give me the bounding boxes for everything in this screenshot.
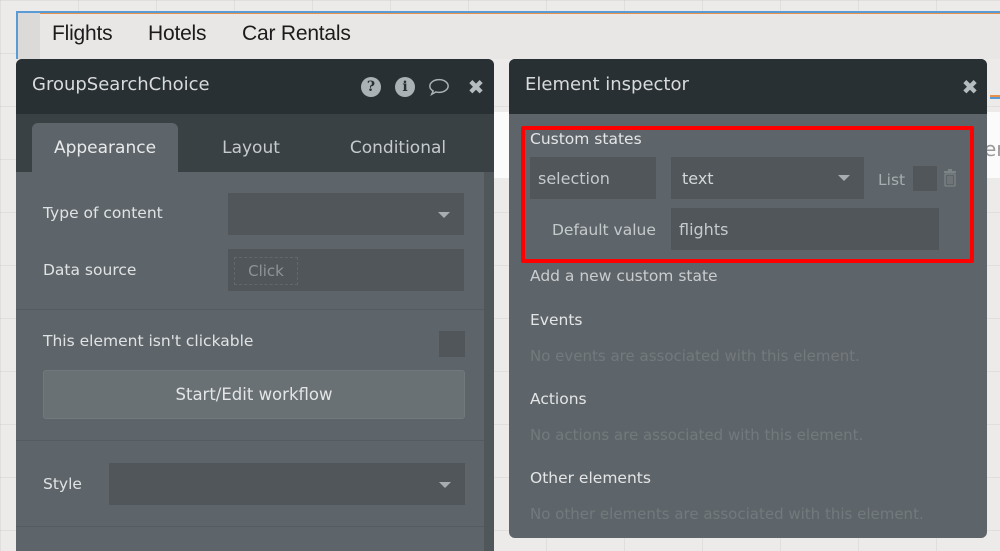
style-dropdown[interactable] <box>109 463 465 505</box>
state-type-dropdown[interactable]: text <box>671 157 864 199</box>
events-title: Events <box>530 311 583 329</box>
state-type-value: text <box>682 168 714 188</box>
list-checkbox[interactable] <box>913 166 937 191</box>
tab-appearance[interactable]: Appearance <box>32 123 178 172</box>
divider <box>16 309 484 310</box>
actions-title: Actions <box>530 390 587 408</box>
close-icon[interactable]: ✖ <box>959 75 981 99</box>
divider <box>16 440 484 441</box>
nav-item-hotels[interactable]: Hotels <box>148 22 207 46</box>
other-elements-empty-text: No other elements are associated with th… <box>530 505 924 523</box>
trash-icon[interactable] <box>943 169 957 187</box>
inspector-title: Element inspector <box>525 74 689 95</box>
data-source-click-placeholder[interactable]: Click <box>234 257 298 285</box>
help-icon[interactable]: ? <box>360 76 382 98</box>
navigation-group[interactable]: Flights Hotels Car Rentals <box>16 11 1000 59</box>
canvas-element-right: er <box>986 112 1000 178</box>
panel-title: GroupSearchChoice <box>32 74 210 95</box>
selection-outline <box>990 95 1000 97</box>
events-empty-text: No events are associated with this eleme… <box>530 347 860 365</box>
element-inspector-panel: Element inspector ✖ Custom states select… <box>509 59 987 538</box>
close-icon[interactable]: ✖ <box>465 75 487 99</box>
tab-layout[interactable]: Layout <box>196 123 306 172</box>
data-source-label: Data source <box>43 261 137 279</box>
chevron-down-icon <box>838 175 850 181</box>
actions-empty-text: No actions are associated with this elem… <box>530 426 864 444</box>
list-label: List <box>878 171 906 189</box>
nav-item-flights[interactable]: Flights <box>52 22 113 46</box>
chevron-down-icon <box>438 212 450 218</box>
canvas-partial-text: er <box>986 137 1000 161</box>
default-value-label: Default value <box>552 221 656 239</box>
other-elements-title: Other elements <box>530 469 651 487</box>
scrollbar[interactable] <box>484 172 494 551</box>
state-name-input[interactable]: selection <box>530 157 656 199</box>
add-custom-state-link[interactable]: Add a new custom state <box>530 267 718 285</box>
not-clickable-label: This element isn't clickable <box>43 332 254 350</box>
info-icon[interactable]: i <box>394 76 416 98</box>
divider <box>16 526 484 527</box>
group-edge <box>18 13 40 59</box>
default-value-input[interactable]: flights <box>671 208 939 250</box>
property-editor-panel: GroupSearchChoice ? i ✖ Appearance Layou… <box>16 59 494 551</box>
nav-item-car-rentals[interactable]: Car Rentals <box>242 22 351 46</box>
inspector-header[interactable]: Element inspector ✖ <box>509 59 987 114</box>
data-source-field[interactable]: Click <box>228 249 464 291</box>
tab-conditional[interactable]: Conditional <box>328 123 468 172</box>
tab-bar: Appearance Layout Conditional <box>16 114 494 172</box>
not-clickable-checkbox[interactable] <box>439 331 465 357</box>
type-of-content-dropdown[interactable] <box>228 193 464 235</box>
type-of-content-label: Type of content <box>43 204 163 222</box>
chevron-down-icon <box>439 482 451 488</box>
panel-header[interactable]: GroupSearchChoice ? i ✖ <box>16 59 494 114</box>
start-edit-workflow-button[interactable]: Start/Edit workflow <box>43 370 465 419</box>
custom-states-title: Custom states <box>530 130 642 148</box>
style-label: Style <box>43 475 82 493</box>
comment-icon[interactable] <box>428 76 450 98</box>
canvas-element <box>494 112 510 178</box>
